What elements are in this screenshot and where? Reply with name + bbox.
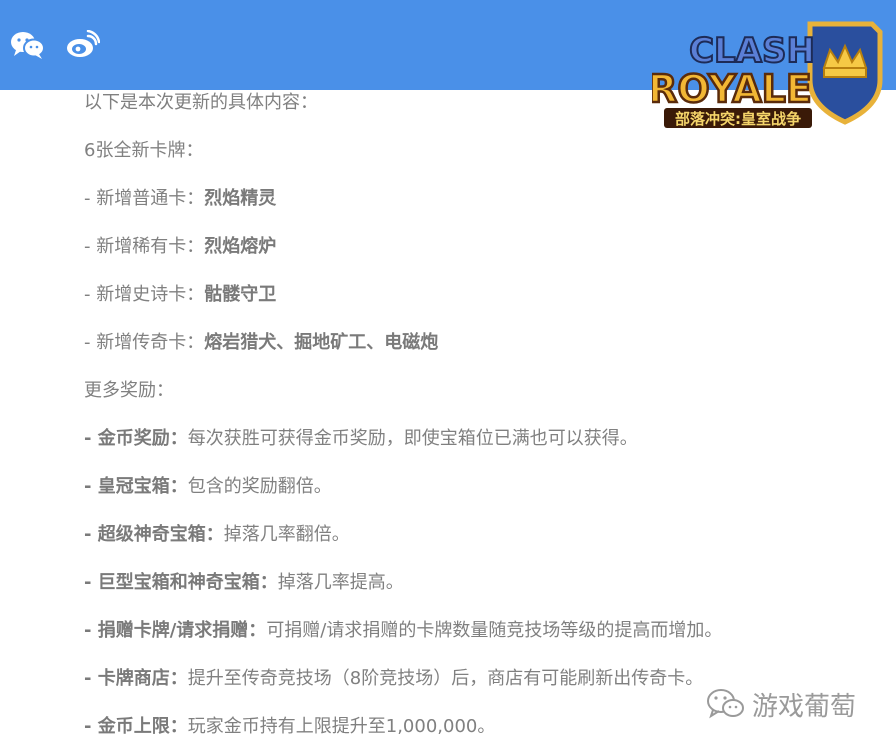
intro-text: 以下是本次更新的具体内容：: [84, 92, 318, 113]
reward-item: - 皇冠宝箱：包含的奖励翻倍。: [84, 476, 332, 497]
reward-item: - 金币上限：玩家金币持有上限提升至1,000,000。: [84, 716, 496, 737]
logo-line1: CLASH: [689, 31, 815, 71]
logo-line2: ROYALE: [652, 67, 812, 111]
reward-item: - 卡牌商店：提升至传奇竞技场（8阶竞技场）后，商店有可能刷新出传奇卡。: [84, 668, 704, 689]
card-rare: - 新增稀有卡：烈焰熔炉: [84, 236, 277, 257]
reward-item: - 巨型宝箱和神奇宝箱：掉落几率提高。: [84, 572, 404, 593]
clash-royale-logo: CLASH ROYALE 部落冲突:皇室战争: [647, 18, 888, 133]
card-legendary: - 新增传奇卡：熔岩猎犬、掘地矿工、电磁炮: [84, 332, 439, 353]
card-epic: - 新增史诗卡：骷髅守卫: [84, 284, 277, 305]
weibo-icon[interactable]: [66, 29, 101, 60]
watermark-text: 游戏葡萄: [752, 691, 857, 722]
wechat-watermark-icon: [706, 687, 746, 721]
wechat-icon[interactable]: [10, 30, 45, 60]
watermark: 游戏葡萄: [706, 686, 856, 722]
reward-item: - 金币奖励：每次获胜可获得金币奖励，即使宝箱位已满也可以获得。: [84, 428, 638, 449]
new-cards-heading: 6张全新卡牌：: [84, 140, 204, 161]
reward-item: - 超级神奇宝箱：掉落几率翻倍。: [84, 524, 350, 545]
rewards-heading: 更多奖励：: [84, 380, 174, 401]
reward-item: - 捐赠卡牌/请求捐赠：可捐赠/请求捐赠的卡牌数量随竞技场等级的提高而增加。: [84, 620, 723, 641]
logo-subtitle: 部落冲突:皇室战争: [675, 110, 801, 128]
card-common: - 新增普通卡：烈焰精灵: [84, 188, 277, 209]
